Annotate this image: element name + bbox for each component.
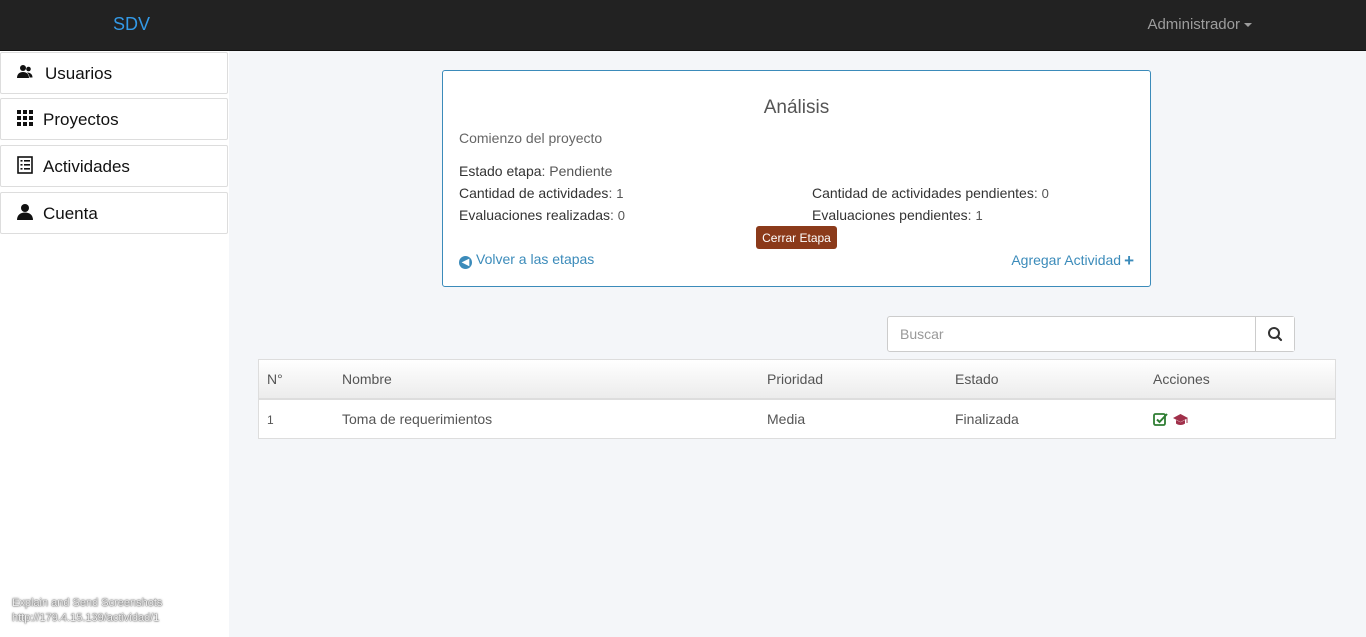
- top-navbar: SDV Administrador: [0, 0, 1366, 51]
- search-button[interactable]: [1255, 317, 1294, 351]
- evaluaciones-realizadas-field: Evaluaciones realizadas: 0: [459, 207, 625, 223]
- column-header-acciones: Acciones: [1153, 371, 1210, 387]
- sidebar-item-label: Usuarios: [45, 64, 113, 83]
- sidebar-item-label: Cuenta: [43, 204, 98, 223]
- field-label: Evaluaciones realizadas: [459, 207, 610, 223]
- cell-estado: Finalizada: [955, 411, 1019, 427]
- search-icon: [1268, 327, 1283, 342]
- field-label: Cantidad de actividades pendientes: [812, 185, 1034, 201]
- table-header: N° Nombre Prioridad Estado Acciones: [259, 360, 1335, 400]
- field-value: 1: [616, 186, 624, 201]
- activities-table: N° Nombre Prioridad Estado Acciones 1 To…: [258, 359, 1336, 439]
- column-header-nombre: Nombre: [342, 371, 392, 387]
- field-label: Estado etapa: [459, 163, 542, 179]
- sidebar: Usuarios Proyectos Actividades Cuenta: [0, 51, 229, 637]
- user-menu-dropdown[interactable]: Administrador: [1147, 16, 1252, 33]
- footer-note-line: Explain and Send Screenshots: [12, 597, 163, 609]
- search-input[interactable]: [888, 317, 1256, 351]
- grid-icon: [16, 109, 36, 129]
- cell-prioridad: Media: [767, 411, 806, 427]
- field-value: 0: [1041, 186, 1049, 201]
- column-header-prioridad: Prioridad: [767, 371, 824, 387]
- footer-note-url: http://179.4.15.139/actividad/1: [12, 612, 160, 624]
- caret-down-icon: [1244, 23, 1252, 28]
- brand-link[interactable]: SDV: [113, 14, 150, 35]
- stage-title: Análisis: [763, 97, 830, 118]
- footer-note: Explain and Send Screenshots http://179.…: [12, 596, 162, 626]
- field-value: 1: [975, 208, 983, 223]
- close-stage-button[interactable]: Cerrar Etapa: [756, 226, 837, 249]
- user-menu-label: Administrador: [1147, 16, 1240, 33]
- sidebar-item-usuarios[interactable]: Usuarios: [0, 52, 228, 94]
- back-to-stages-link[interactable]: ◀ Volver a las etapas: [459, 251, 594, 269]
- sidebar-item-label: Actividades: [43, 157, 130, 176]
- sidebar-item-label: Proyectos: [43, 110, 119, 129]
- plus-icon: +: [1124, 251, 1134, 270]
- field-value: 0: [617, 208, 625, 223]
- user-icon: [16, 203, 36, 223]
- cell-nombre: Toma de requerimientos: [342, 411, 493, 427]
- sidebar-item-actividades[interactable]: Actividades: [0, 145, 228, 187]
- table-row: 1 Toma de requerimientos Media Finalizad…: [259, 400, 1335, 438]
- field-value: Pendiente: [549, 163, 613, 179]
- field-label: Cantidad de actividades: [459, 185, 609, 201]
- actividades-pendientes-field: Cantidad de actividades pendientes: 0: [812, 185, 1049, 201]
- cell-num: 1: [267, 413, 274, 427]
- stage-description: Comienzo del proyecto: [459, 130, 603, 146]
- back-link-label: Volver a las etapas: [476, 251, 595, 267]
- add-link-label: Agregar Actividad: [1011, 252, 1122, 268]
- sidebar-item-proyectos[interactable]: Proyectos: [0, 98, 228, 140]
- estado-etapa-field: Estado etapa: Pendiente: [459, 163, 613, 179]
- evaluaciones-pendientes-field: Evaluaciones pendientes: 1: [812, 207, 983, 223]
- search-box: [887, 316, 1295, 352]
- column-header-estado: Estado: [955, 371, 999, 387]
- row-actions: [1153, 411, 1189, 429]
- field-label: Evaluaciones pendientes: [812, 207, 968, 223]
- list-icon: [16, 156, 36, 176]
- sidebar-item-cuenta[interactable]: Cuenta: [0, 192, 228, 234]
- arrow-circle-left-icon: ◀: [459, 256, 472, 269]
- stage-panel: Análisis Comienzo del proyecto Estado et…: [442, 70, 1151, 287]
- add-activity-link[interactable]: Agregar Actividad +: [1011, 251, 1134, 271]
- users-icon: [16, 63, 36, 83]
- column-header-num: N°: [267, 371, 283, 387]
- graduation-cap-icon[interactable]: [1172, 412, 1189, 427]
- edit-check-icon[interactable]: [1153, 412, 1168, 427]
- cantidad-actividades-field: Cantidad de actividades: 1: [459, 185, 624, 201]
